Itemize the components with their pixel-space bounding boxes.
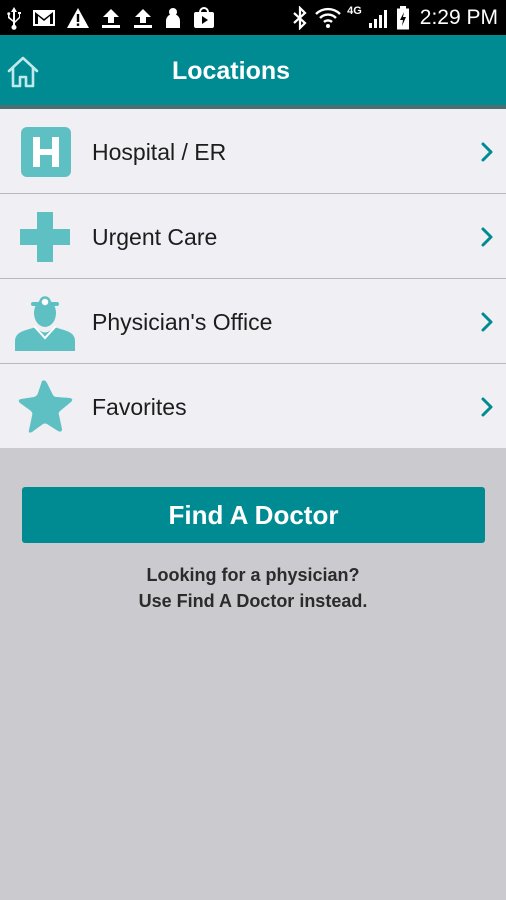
- person-icon: [164, 7, 182, 29]
- star-icon: [18, 380, 73, 433]
- upload-icon: [132, 7, 154, 29]
- find-a-doctor-button[interactable]: Find A Doctor: [22, 487, 485, 543]
- list-item-physicians-office[interactable]: Physician's Office: [0, 279, 506, 364]
- signal-icon: [368, 7, 390, 29]
- list-item-label: Favorites: [92, 394, 187, 420]
- play-store-icon: [192, 7, 216, 29]
- list-item-label: Physician's Office: [92, 309, 273, 335]
- chevron-right-icon: [481, 397, 493, 417]
- list-item-label: Urgent Care: [92, 224, 218, 250]
- system-icons: 4G 2:29 PM: [291, 4, 498, 32]
- hint-line-1: Looking for a physician?: [146, 565, 360, 585]
- list-item-label: Hospital / ER: [92, 139, 227, 165]
- usb-icon: [6, 6, 22, 30]
- warning-icon: [66, 7, 90, 29]
- chevron-right-icon: [481, 312, 493, 332]
- page-title: Locations: [0, 35, 506, 105]
- wifi-icon: [315, 7, 341, 29]
- notification-icons: [6, 4, 216, 32]
- find-doctor-hint: Looking for a physician? Use Find A Doct…: [0, 562, 506, 614]
- chevron-right-icon: [481, 142, 493, 162]
- hint-line-2: Use Find A Doctor instead.: [138, 591, 368, 611]
- physician-icon: [15, 296, 75, 351]
- list-item-hospital-er[interactable]: Hospital / ER: [0, 109, 506, 194]
- clock: 2:29 PM: [419, 6, 498, 29]
- battery-icon: [396, 6, 410, 30]
- cross-icon: [20, 212, 70, 262]
- status-bar: 4G 2:29 PM: [0, 0, 506, 35]
- network-type-icon: 4G: [347, 5, 362, 17]
- gmail-icon: [32, 8, 56, 28]
- list-item-favorites[interactable]: Favorites: [0, 364, 506, 448]
- page-title-text: Locations: [171, 57, 291, 85]
- bluetooth-icon: [291, 6, 309, 30]
- app-header: Locations: [0, 35, 506, 109]
- locations-list: Hospital / ER Urgent Care Physician's Of…: [0, 109, 506, 448]
- list-item-urgent-care[interactable]: Urgent Care: [0, 194, 506, 279]
- upload-icon: [100, 7, 122, 29]
- hospital-icon: [21, 127, 71, 177]
- chevron-right-icon: [481, 227, 493, 247]
